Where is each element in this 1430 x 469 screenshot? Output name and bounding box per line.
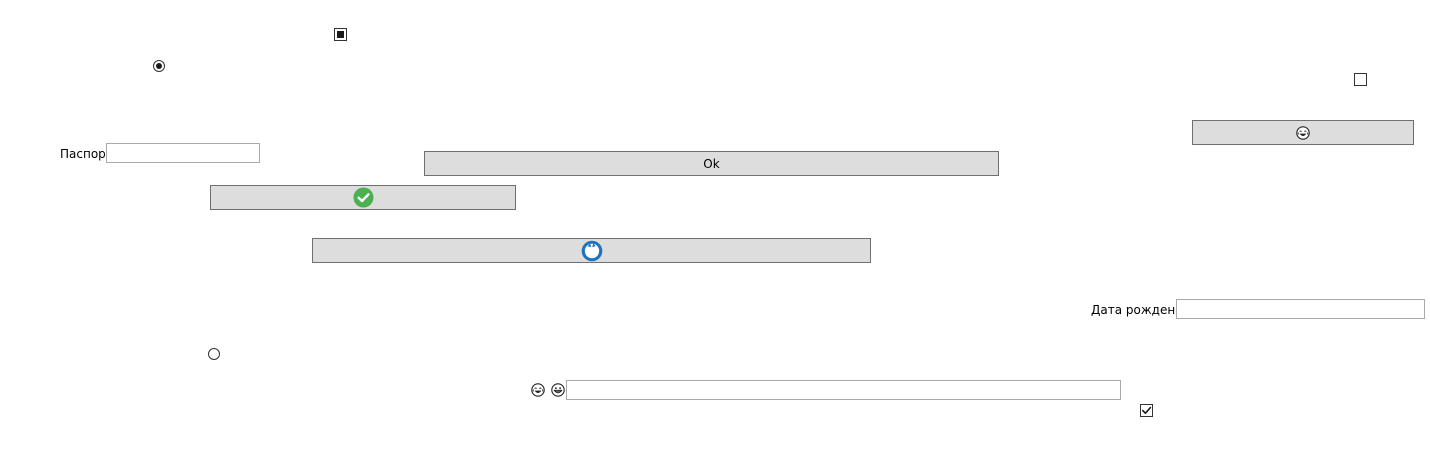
- checkbox-right[interactable]: [1354, 73, 1367, 86]
- checkbox-top[interactable]: [334, 28, 347, 41]
- refresh-button[interactable]: [312, 238, 871, 263]
- checkmark-icon: [1141, 405, 1152, 416]
- birthdate-input[interactable]: [1176, 299, 1425, 319]
- check-button[interactable]: [210, 185, 516, 210]
- radio-top[interactable]: [153, 60, 165, 72]
- passport-label: Паспорт: [60, 147, 113, 161]
- emoji-button[interactable]: [1192, 120, 1414, 145]
- laughing-emoji-icon: [1296, 125, 1310, 140]
- radio-bottom[interactable]: [208, 348, 220, 360]
- bottom-input[interactable]: [566, 380, 1121, 400]
- checkbox-bottom[interactable]: [1140, 404, 1153, 417]
- blue-circle-icon: [581, 240, 603, 262]
- passport-input[interactable]: [106, 143, 260, 163]
- green-check-icon: [353, 187, 374, 208]
- laughing-emoji-icon: [531, 383, 545, 397]
- grinning-emoji-icon: [551, 383, 565, 397]
- ok-button[interactable]: Ok: [424, 151, 999, 176]
- checkbox-indeterminate-mark: [337, 31, 344, 38]
- radio-selected-dot: [156, 63, 162, 69]
